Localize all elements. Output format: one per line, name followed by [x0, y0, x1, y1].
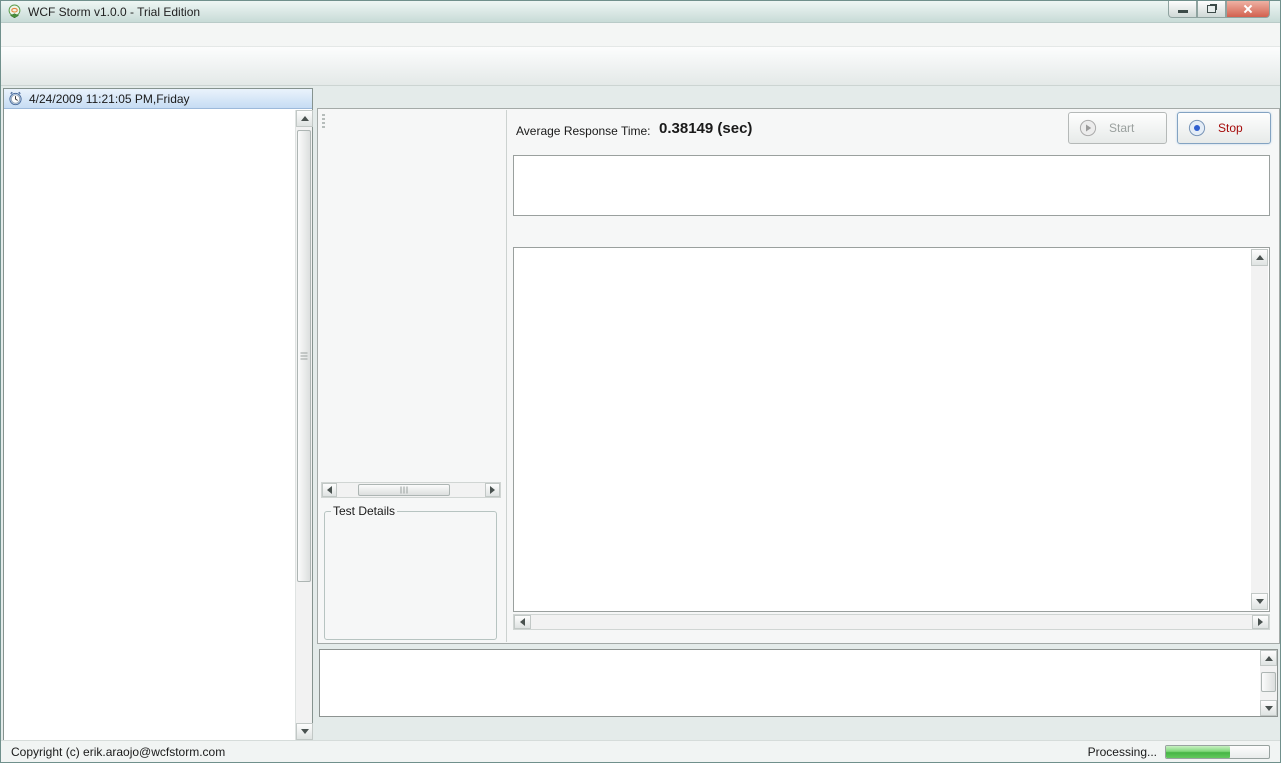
app-window: WCF Storm v1.0.0 - Trial Edition 4/24/20… [0, 0, 1281, 763]
close-button[interactable] [1226, 1, 1270, 18]
status-bar: Copyright (c) erik.araojo@wcfstorm.com P… [1, 740, 1280, 762]
scroll-up-button[interactable] [1260, 650, 1277, 666]
chart-hscrollbar[interactable] [513, 614, 1270, 630]
app-icon [7, 4, 22, 19]
chart-panel [513, 247, 1270, 612]
document-tabs [317, 86, 1280, 108]
scroll-up-button[interactable] [1251, 249, 1268, 266]
scroll-right-button[interactable] [485, 483, 500, 497]
log-output[interactable] [319, 649, 1278, 717]
scroll-thumb[interactable] [358, 484, 450, 496]
scroll-thumb[interactable] [297, 130, 311, 582]
processing-text: Processing... [1088, 745, 1157, 759]
datetime-text: 4/24/2009 11:21:05 PM,Friday [29, 92, 190, 106]
test-details-title: Test Details [331, 504, 397, 518]
scroll-thumb[interactable] [1261, 672, 1276, 692]
scroll-left-button[interactable] [514, 615, 531, 629]
parameters-toolbar [319, 110, 506, 134]
scroll-left-button[interactable] [322, 483, 337, 497]
minimize-icon [1178, 10, 1188, 13]
main-toolbar [1, 47, 1280, 86]
perftest-results: Average Response Time: 0.38149 (sec) Sta… [507, 109, 1279, 643]
service-tree-scrollbar[interactable] [295, 110, 312, 740]
close-icon [1242, 3, 1254, 15]
scroll-right-button[interactable] [1252, 615, 1269, 629]
chart [516, 250, 1249, 609]
maximize-button[interactable] [1197, 1, 1226, 18]
play-icon [1079, 119, 1097, 137]
window-controls [1168, 1, 1270, 18]
progress-bar [1165, 745, 1270, 759]
clock-icon [8, 91, 23, 106]
log-panel [317, 646, 1280, 742]
scroll-down-button[interactable] [296, 723, 313, 740]
scroll-down-button[interactable] [1260, 700, 1277, 716]
window-title: WCF Storm v1.0.0 - Trial Edition [28, 5, 200, 19]
parameter-tree-hscrollbar[interactable] [321, 482, 501, 498]
avg-response-value: 0.38149 (sec) [659, 120, 752, 137]
service-tree-panel: 4/24/2009 11:21:05 PM,Friday [3, 88, 313, 741]
datetime-bar: 4/24/2009 11:21:05 PM,Friday [4, 89, 312, 109]
chart-vscrollbar[interactable] [1251, 249, 1268, 610]
stop-icon [1188, 119, 1206, 137]
parameter-tree [321, 136, 503, 482]
scroll-down-button[interactable] [1251, 593, 1268, 610]
results-grid [513, 155, 1270, 216]
scroll-up-button[interactable] [296, 110, 313, 127]
progress-fill [1166, 746, 1230, 758]
perftest-page: Test Details Average Response Time: 0.38… [317, 108, 1280, 644]
parameters-panel: Test Details [319, 110, 507, 642]
maximize-icon [1207, 5, 1216, 13]
copyright-text: Copyright (c) erik.araojo@wcfstorm.com [11, 745, 225, 759]
start-button[interactable]: Start [1068, 112, 1167, 144]
main-area: Test Details Average Response Time: 0.38… [317, 86, 1280, 742]
log-scrollbar[interactable] [1260, 650, 1277, 716]
service-tree [4, 111, 295, 740]
stop-button[interactable]: Stop [1177, 112, 1271, 144]
menu-bar [1, 23, 1280, 47]
minimize-button[interactable] [1168, 1, 1197, 18]
avg-response-label: Average Response Time: [516, 124, 651, 138]
title-bar: WCF Storm v1.0.0 - Trial Edition [1, 1, 1280, 23]
test-details-group: Test Details [324, 504, 497, 640]
